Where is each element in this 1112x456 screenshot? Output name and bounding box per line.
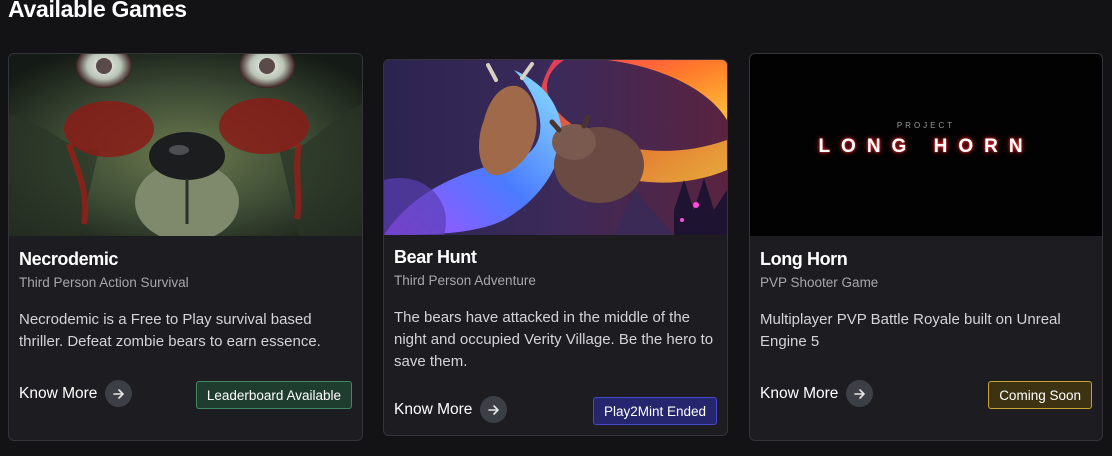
game-card-body: Bear Hunt Third Person Adventure The bea… (394, 246, 717, 373)
game-card-footer: Know More Play2Mint Ended (394, 396, 717, 426)
game-description: Multiplayer PVP Battle Royale built on U… (760, 311, 1061, 350)
game-card-long-horn[interactable]: PROJECT LONG HORN Long Horn PVP Shooter … (749, 53, 1103, 441)
status-badge: Coming Soon (988, 381, 1092, 409)
game-genre: Third Person Adventure (394, 273, 536, 288)
game-image-necrodemic[interactable] (9, 54, 362, 236)
know-more-label: Know More (394, 400, 473, 418)
know-more-link[interactable]: Know More (19, 380, 133, 407)
know-more-label: Know More (760, 384, 839, 402)
arrow-right-icon[interactable] (846, 380, 874, 407)
logo-big-text: LONG HORN (818, 136, 1034, 157)
game-genre: Third Person Action Survival (19, 275, 189, 290)
know-more-link[interactable]: Know More (394, 396, 508, 423)
arrow-right-icon[interactable] (105, 380, 133, 407)
game-card-bear-hunt[interactable]: Bear Hunt Third Person Adventure The bea… (383, 59, 728, 436)
game-card-footer: Know More Coming Soon (760, 380, 1092, 410)
game-title: Bear Hunt (394, 247, 477, 267)
game-card-necrodemic[interactable]: Necrodemic Third Person Action Survival … (8, 53, 363, 441)
arrow-right-icon[interactable] (480, 396, 508, 423)
game-title: Necrodemic (19, 249, 119, 269)
long-horn-logo: PROJECT LONG HORN (750, 54, 1102, 236)
game-image-bear-hunt[interactable] (384, 60, 727, 235)
status-badge: Play2Mint Ended (592, 397, 717, 425)
status-badge: Leaderboard Available (195, 381, 352, 409)
game-description: Necrodemic is a Free to Play survival ba… (19, 311, 321, 350)
logo-small-text: PROJECT (896, 121, 956, 130)
game-card-body: Necrodemic Third Person Action Survival … (19, 248, 352, 353)
know-more-label: Know More (19, 384, 98, 402)
section-title: Available Games (8, 0, 187, 22)
game-genre: PVP Shooter Game (760, 275, 879, 290)
game-description: The bears have attacked in the middle of… (394, 309, 714, 370)
game-card-footer: Know More Leaderboard Available (19, 380, 352, 410)
game-card-body: Long Horn PVP Shooter Game Multiplayer P… (760, 248, 1092, 353)
know-more-link[interactable]: Know More (760, 380, 874, 407)
game-image-long-horn[interactable]: PROJECT LONG HORN (750, 54, 1102, 236)
game-title: Long Horn (760, 249, 848, 269)
